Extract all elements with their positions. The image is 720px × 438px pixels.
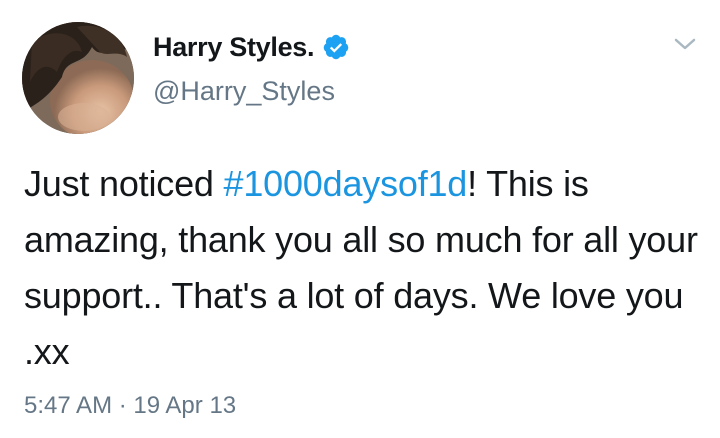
author-name-row: Harry Styles. [153, 30, 350, 64]
avatar-image [22, 22, 134, 134]
tweet-text-before: Just noticed [24, 163, 224, 204]
verified-badge-icon [322, 33, 350, 61]
hashtag-link[interactable]: #1000daysof1d [224, 163, 468, 204]
tweet-card: Harry Styles. @Harry_Styles Just noticed… [0, 0, 720, 438]
chevron-down-icon[interactable] [672, 34, 698, 54]
avatar[interactable] [22, 22, 134, 134]
display-name[interactable]: Harry Styles. [153, 32, 315, 63]
tweet-timestamp[interactable]: 5:47 AM · 19 Apr 13 [24, 392, 236, 420]
author-handle[interactable]: @Harry_Styles [153, 76, 335, 107]
tweet-text: Just noticed #1000daysof1d! This is amaz… [24, 156, 704, 380]
